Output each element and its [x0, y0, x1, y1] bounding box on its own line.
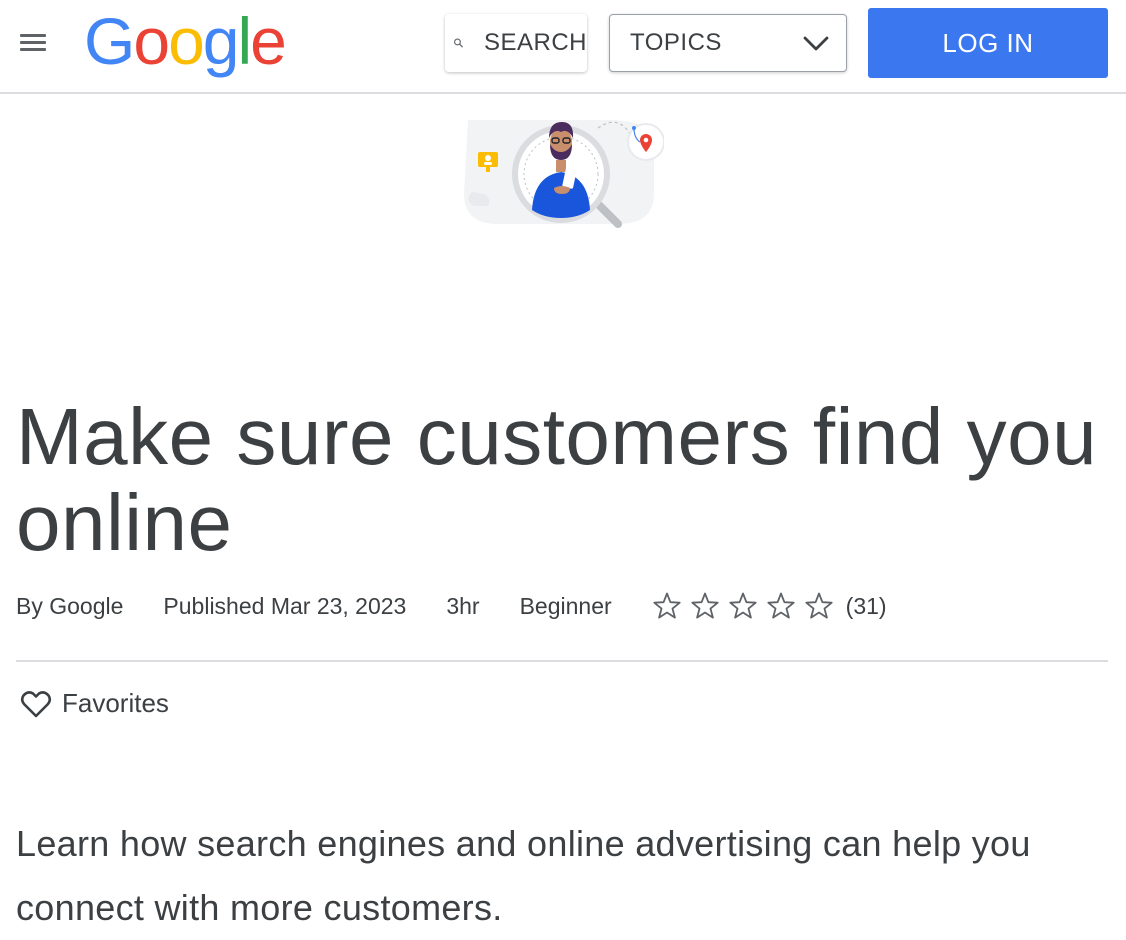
- logo-letter: o: [133, 4, 170, 78]
- difficulty-level: Beginner: [519, 592, 612, 619]
- search-label: SEARCH: [483, 29, 587, 56]
- search-icon: [454, 38, 463, 48]
- duration: 3hr: [446, 592, 480, 619]
- search-button[interactable]: SEARCH: [445, 14, 587, 72]
- star-outline-icon[interactable]: [766, 591, 796, 621]
- topics-dropdown[interactable]: TOPICS: [609, 14, 847, 72]
- author[interactable]: By Google: [16, 593, 123, 620]
- google-logo[interactable]: Google: [84, 4, 287, 78]
- favorites-label: Favorites: [62, 688, 169, 718]
- rating-count: (31): [845, 592, 887, 619]
- divider: [16, 660, 1108, 662]
- login-button[interactable]: LOG IN: [868, 8, 1108, 78]
- star-outline-icon[interactable]: [652, 591, 682, 621]
- star-outline-icon[interactable]: [804, 591, 834, 621]
- logo-letter: g: [202, 4, 240, 78]
- topics-label: TOPICS: [630, 29, 722, 56]
- page-title: Make sure customers find you online: [16, 392, 1098, 567]
- favorites-button[interactable]: Favorites: [20, 688, 169, 719]
- logo-letter: G: [84, 4, 135, 78]
- star-outline-icon[interactable]: [690, 591, 720, 621]
- publish-date: Published Mar 23, 2023: [163, 592, 407, 619]
- top-bar: Google SEARCH TOPICS LOG IN: [0, 0, 1126, 94]
- rating-stars[interactable]: [652, 591, 842, 621]
- chevron-down-icon: [803, 36, 829, 51]
- hero-illustration: [464, 120, 664, 228]
- logo-letter: e: [250, 4, 287, 78]
- course-description: Learn how search engines and online adve…: [16, 823, 1031, 928]
- menu-icon[interactable]: [20, 30, 52, 56]
- logo-letter: l: [237, 4, 253, 78]
- heart-outline-icon: [20, 690, 52, 717]
- logo-letter: o: [168, 4, 205, 78]
- article-meta: By Google Published Mar 23, 2023 3hr Beg…: [16, 586, 887, 626]
- star-outline-icon[interactable]: [728, 591, 758, 621]
